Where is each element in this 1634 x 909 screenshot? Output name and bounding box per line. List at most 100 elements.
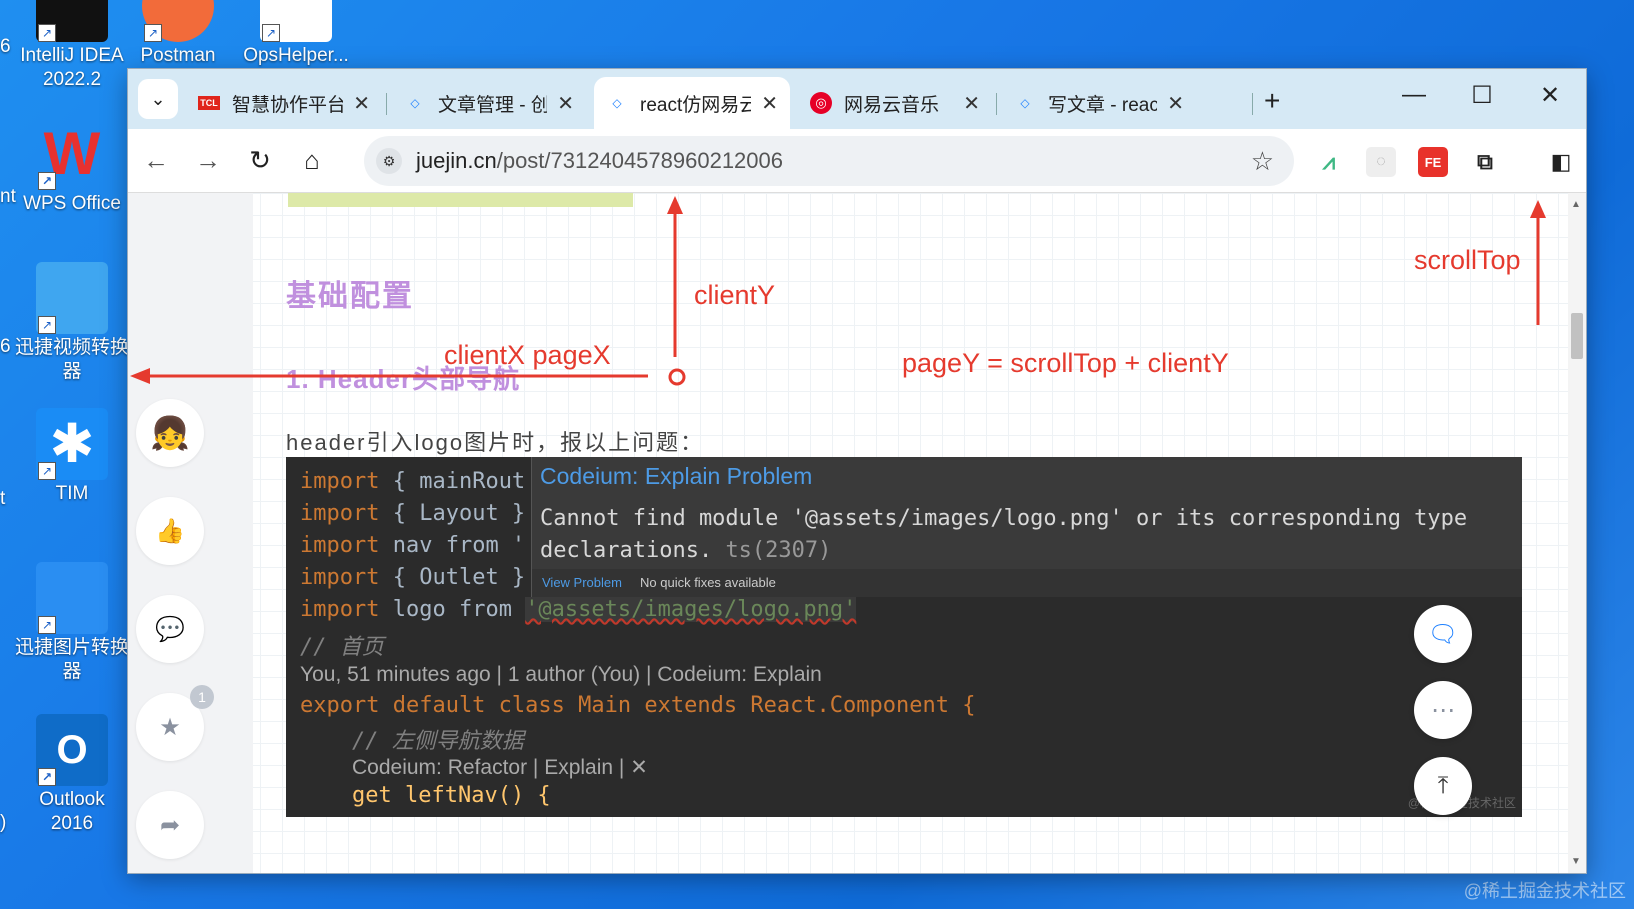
scroll-down-arrow-icon[interactable]: ▼ xyxy=(1571,856,1581,867)
tab-article-manage[interactable]: ◇ 文章管理 - 创 ✕ xyxy=(392,77,586,129)
shortcut-arrow-icon: ↗ xyxy=(38,316,56,334)
tab-write-article[interactable]: ◇ 写文章 - reac ✕ xyxy=(1002,77,1196,129)
codelens-line[interactable]: You, 51 minutes ago | 1 author (You) | C… xyxy=(300,663,822,687)
maximize-button[interactable]: ☐ xyxy=(1462,81,1502,110)
offscreen-label-fragment: t xyxy=(0,488,6,509)
comment-button[interactable]: 💬 xyxy=(136,595,204,663)
reload-icon: ↻ xyxy=(249,145,271,175)
feedback-button[interactable]: 🗨 xyxy=(1414,605,1472,663)
share-button[interactable]: ➦ xyxy=(136,791,204,859)
article-image-bottom-edge xyxy=(288,193,633,207)
like-button[interactable]: 👍 xyxy=(136,497,204,565)
shortcut-arrow-icon: ↗ xyxy=(38,24,56,42)
desktop-icon-outlook[interactable]: O ↗ Outlook 2016 xyxy=(8,714,136,836)
tab-close-icon[interactable]: ✕ xyxy=(963,91,980,116)
annotation-scrollTop: scrollTop xyxy=(1414,245,1521,275)
url-text[interactable]: juejin.cn/post/7312404578960212006 xyxy=(416,148,783,174)
tab-smart-collab[interactable]: TCL 智慧协作平台 ✕ xyxy=(186,77,382,129)
url-path: /post/7312404578960212006 xyxy=(496,148,783,173)
desktop-icon-label: Postman xyxy=(140,45,216,66)
back-button[interactable]: ← xyxy=(138,145,174,176)
wps-office-icon: W ↗ xyxy=(36,118,108,190)
comment-icon: 💬 xyxy=(155,615,185,643)
url-host: juejin.cn xyxy=(416,148,497,173)
desktop-icon-opshelper[interactable]: ↗ OpsHelper... xyxy=(232,0,360,68)
desktop-icon-label: 迅捷视频转换 xyxy=(14,337,129,358)
offscreen-label-fragment: 6 xyxy=(0,36,11,57)
tab-close-icon[interactable]: ✕ xyxy=(761,91,778,116)
desktop-icon-label: 器 xyxy=(62,361,82,382)
code-line: import nav from ' xyxy=(300,533,526,558)
more-options-button[interactable]: ⋯ xyxy=(1414,681,1472,739)
tooltip-footer: View Problem No quick fixes available xyxy=(532,569,1522,597)
sidepanel-icon[interactable]: ◧ xyxy=(1546,147,1576,177)
desktop-icon-label: Outlook xyxy=(39,789,105,810)
reload-button[interactable]: ↻ xyxy=(242,145,278,176)
tab-strip: ⌄ TCL 智慧协作平台 ✕ ◇ 文章管理 - 创 ✕ ◇ react仿网易云 … xyxy=(128,69,1586,129)
juejin-logo-icon: ◇ xyxy=(410,96,420,110)
tab-title: 网易云音乐 xyxy=(844,94,940,116)
collect-button[interactable]: ★ 1 xyxy=(136,685,214,761)
fe-helper-icon[interactable]: FE xyxy=(1418,147,1448,177)
desktop-icon-tim[interactable]: ✱ ↗ TIM xyxy=(8,408,136,506)
desktop-icon-label: WPS Office xyxy=(23,193,121,214)
code-line: import { Outlet } xyxy=(300,565,526,590)
home-button[interactable]: ⌂ xyxy=(294,145,330,176)
close-window-button[interactable]: ✕ xyxy=(1530,81,1570,110)
scrollbar-thumb[interactable] xyxy=(1571,313,1583,359)
desktop-icon-wps[interactable]: W ↗ WPS Office xyxy=(8,118,136,216)
outlook-icon: O ↗ xyxy=(36,714,108,786)
opshelper-icon: ↗ xyxy=(260,0,332,42)
view-problem-link[interactable]: View Problem xyxy=(542,575,622,590)
offscreen-label-fragment: ) xyxy=(0,812,7,833)
tab-close-icon[interactable]: ✕ xyxy=(353,91,370,116)
desktop-icon-image-converter[interactable]: ↗ 迅捷图片转换 器 xyxy=(8,562,136,684)
tab-close-icon[interactable]: ✕ xyxy=(1167,91,1184,116)
forward-button[interactable]: → xyxy=(190,145,226,176)
tab-netease-music[interactable]: ◎ 网易云音乐 ✕ xyxy=(798,77,992,129)
vue-devtools-icon[interactable]: ⩘ xyxy=(1314,147,1344,177)
annotation-clientY: clientY xyxy=(694,280,776,310)
shortcut-arrow-icon: ↗ xyxy=(38,462,56,480)
code-line: export default class Main extends React.… xyxy=(300,693,976,718)
page-scrollbar[interactable]: ▲ ▼ xyxy=(1568,193,1586,873)
chevron-down-icon: ⌄ xyxy=(150,88,166,109)
address-bar[interactable]: ⚙ juejin.cn/post/7312404578960212006 ☆ xyxy=(364,136,1294,186)
site-info-icon[interactable]: ⚙ xyxy=(376,148,402,174)
no-quick-fixes-text: No quick fixes available xyxy=(640,575,776,590)
desktop-icon-label: TIM xyxy=(55,483,89,504)
desktop-icon-video-converter[interactable]: ↗ 迅捷视频转换 器 xyxy=(8,262,136,384)
desktop-icon-postman[interactable]: ↗ Postman xyxy=(114,0,242,68)
ext-gray-icon[interactable]: ◌ xyxy=(1366,147,1396,177)
puzzle-icon[interactable]: ⧉ xyxy=(1470,147,1500,177)
tab-react-netease[interactable]: ◇ react仿网易云 ✕ xyxy=(594,77,790,129)
code-line: import { Layout } xyxy=(300,501,526,526)
codelens-line[interactable]: Codeium: Refactor | Explain | ✕ xyxy=(352,755,648,780)
tab-close-icon[interactable]: ✕ xyxy=(557,91,574,116)
annotation-pageY-formula: pageY = scrollTop + clientY xyxy=(902,348,1229,378)
code-comment: // 首页 xyxy=(300,635,384,660)
scroll-up-arrow-icon[interactable]: ▲ xyxy=(1571,199,1581,210)
shortcut-arrow-icon: ↗ xyxy=(38,768,56,786)
home-icon: ⌂ xyxy=(304,145,320,175)
more-dots-icon: ⋯ xyxy=(1431,696,1455,724)
arrow-left-icon: ← xyxy=(143,145,169,175)
new-tab-button[interactable]: + xyxy=(1264,85,1280,117)
tab-search-button[interactable]: ⌄ xyxy=(138,79,178,119)
offscreen-label-fragment: nt xyxy=(0,186,16,207)
back-to-top-button[interactable]: ⤒ xyxy=(1414,757,1472,815)
annotation-clientX-pageX: clientX pageX xyxy=(444,340,611,370)
tooltip-title[interactable]: Codeium: Explain Problem xyxy=(540,463,812,490)
bookmark-star-icon[interactable]: ☆ xyxy=(1251,146,1274,177)
minimize-button[interactable]: — xyxy=(1394,81,1434,109)
author-avatar[interactable]: 👧 xyxy=(136,399,204,467)
tab-separator xyxy=(996,93,997,115)
arrow-up-to-top-icon: ⤒ xyxy=(1437,772,1449,799)
code-line: import { mainRout xyxy=(300,469,526,494)
code-line: import logo from '@assets/images/logo.pn… xyxy=(300,597,857,622)
tcl-logo-icon: TCL xyxy=(198,96,220,110)
tab-title: 文章管理 - 创 xyxy=(438,94,548,116)
desktop-icon-label: 2022.2 xyxy=(42,69,102,90)
thumbs-up-icon: 👍 xyxy=(155,517,185,545)
star-icon: ★ xyxy=(159,713,181,741)
